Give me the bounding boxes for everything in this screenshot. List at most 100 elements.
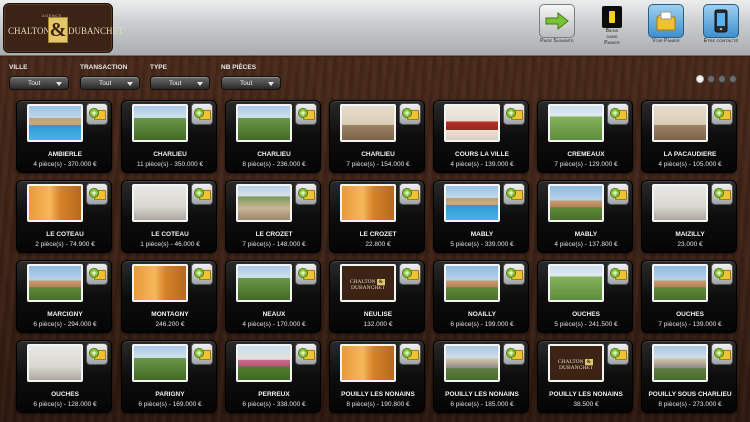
listing-card[interactable]: CHALTON &DUBANCHET + NEULISE 132.000 € <box>329 260 425 333</box>
add-to-basket-button[interactable]: + <box>86 183 108 205</box>
filter-nb-pieces-select[interactable]: Tout <box>221 76 281 90</box>
next-page-button[interactable]: Page Suivante <box>532 4 582 44</box>
add-to-basket-button[interactable]: + <box>711 263 733 285</box>
listing-card[interactable]: + OUCHES 7 pièce(s) - 139.000 € <box>641 260 737 333</box>
listing-card[interactable]: + CREMEAUX 7 pièce(s) - 129.000 € <box>537 100 633 173</box>
listing-photo[interactable] <box>340 184 396 222</box>
page-dot[interactable] <box>707 75 715 83</box>
listing-photo[interactable] <box>236 344 292 382</box>
add-to-basket-button[interactable]: + <box>86 263 108 285</box>
listing-photo[interactable] <box>236 264 292 302</box>
add-to-basket-button[interactable]: + <box>399 343 421 365</box>
listing-card[interactable]: + LE COTEAU 2 pièce(s) - 74.900 € <box>16 180 112 253</box>
filter-transaction-select[interactable]: Tout <box>80 76 140 90</box>
listing-card[interactable]: + LA PACAUDIERE 4 pièce(s) - 105.000 € <box>641 100 737 173</box>
listing-photo[interactable] <box>132 264 188 302</box>
view-basket-label: Voir Panier <box>652 38 680 44</box>
add-to-basket-button[interactable]: + <box>295 103 317 125</box>
listing-card[interactable]: + COURS LA VILLE 4 pièce(s) - 139.000 € <box>433 100 529 173</box>
listing-photo[interactable] <box>27 264 83 302</box>
listing-photo[interactable] <box>548 184 604 222</box>
listing-photo[interactable] <box>444 184 500 222</box>
filter-ville-select[interactable]: Tout <box>9 76 69 90</box>
listing-photo[interactable] <box>652 184 708 222</box>
add-to-basket-button[interactable]: + <box>295 183 317 205</box>
add-to-basket-button[interactable]: + <box>607 103 629 125</box>
add-to-basket-button[interactable]: + <box>191 343 213 365</box>
listing-city: MARCIGNY <box>47 311 83 318</box>
listing-card[interactable]: + CHARLIEU 7 pièce(s) - 154.000 € <box>329 100 425 173</box>
listing-card[interactable]: + PERREUX 6 pièce(s) - 338.000 € <box>225 340 321 413</box>
add-to-basket-button[interactable]: + <box>399 103 421 125</box>
listing-card[interactable]: + MARCIGNY 6 pièce(s) - 294.000 € <box>16 260 112 333</box>
listing-card[interactable]: + POUILLY LES NONAINS 8 pièce(s) - 190.800… <box>329 340 425 413</box>
add-to-basket-button[interactable]: + <box>503 263 525 285</box>
listing-photo[interactable] <box>27 104 83 142</box>
basket-counter: 0 Biens dans Panier <box>590 4 634 46</box>
listing-card[interactable]: + POUILLY LES NONAINS 6 pièce(s) - 185.000… <box>433 340 529 413</box>
add-to-basket-button[interactable]: + <box>711 103 733 125</box>
listing-info: 7 pièce(s) - 148.000 € <box>242 241 306 248</box>
listing-card[interactable]: + NEAUX 4 pièce(s) - 170.000 € <box>225 260 321 333</box>
add-to-basket-button[interactable]: + <box>295 343 317 365</box>
page-dot[interactable] <box>729 75 737 83</box>
view-basket-button[interactable]: Voir Panier <box>643 4 689 44</box>
listing-photo[interactable] <box>27 184 83 222</box>
listing-photo[interactable] <box>444 344 500 382</box>
add-to-basket-button[interactable]: + <box>607 343 629 365</box>
listing-card[interactable]: + LE CROZET 7 pièce(s) - 148.000 € <box>225 180 321 253</box>
listing-card[interactable]: + LE CROZET 22.800 € <box>329 180 425 253</box>
listing-photo[interactable] <box>132 344 188 382</box>
listing-card[interactable]: + MABLY 5 pièce(s) - 339.000 € <box>433 180 529 253</box>
listing-card[interactable]: + OUCHES 6 pièce(s) - 128.000 € <box>16 340 112 413</box>
listing-card[interactable]: + LE COTEAU 1 pièce(s) - 46.000 € <box>121 180 217 253</box>
add-to-basket-button[interactable]: + <box>86 343 108 365</box>
listing-card[interactable]: + OUCHES 5 pièce(s) - 241.500 € <box>537 260 633 333</box>
listing-photo[interactable] <box>132 104 188 142</box>
add-to-basket-button[interactable]: + <box>295 263 317 285</box>
add-to-basket-button[interactable]: + <box>191 103 213 125</box>
page-dot[interactable] <box>718 75 726 83</box>
listing-photo[interactable] <box>652 104 708 142</box>
listing-card[interactable]: + MABLY 4 pièce(s) - 137.800 € <box>537 180 633 253</box>
listing-card[interactable]: + PARIGNY 6 pièce(s) - 169.000 € <box>121 340 217 413</box>
listing-card[interactable]: + NOAILLY 6 pièce(s) - 199.000 € <box>433 260 529 333</box>
listing-card[interactable]: CHALTON &DUBANCHET + POUILLY LES NONAINS 38.… <box>537 340 633 413</box>
listing-photo[interactable] <box>27 344 83 382</box>
listing-card[interactable]: + POUILLY SOUS CHARLIEU 8 pièce(s) - 273.0… <box>641 340 737 413</box>
add-to-basket-button[interactable]: + <box>607 183 629 205</box>
page-dot[interactable] <box>696 75 704 83</box>
add-to-basket-button[interactable]: + <box>399 263 421 285</box>
add-to-basket-button[interactable]: + <box>711 183 733 205</box>
filter-type-select[interactable]: Tout <box>150 76 210 90</box>
listing-photo[interactable] <box>548 104 604 142</box>
add-to-basket-button[interactable]: + <box>503 343 525 365</box>
contact-button[interactable]: Être contacté <box>698 4 744 44</box>
listing-photo[interactable] <box>652 264 708 302</box>
listing-photo[interactable] <box>340 344 396 382</box>
add-to-basket-button[interactable]: + <box>503 183 525 205</box>
listing-photo[interactable] <box>236 104 292 142</box>
add-to-basket-button[interactable]: + <box>191 263 213 285</box>
listing-card[interactable]: + CHARLIEU 8 pièce(s) - 236.000 € <box>225 100 321 173</box>
listing-photo[interactable] <box>652 344 708 382</box>
add-to-basket-button[interactable]: + <box>711 343 733 365</box>
add-to-basket-button[interactable]: + <box>191 183 213 205</box>
listing-photo[interactable] <box>132 184 188 222</box>
listing-photo[interactable] <box>236 184 292 222</box>
filter-type-label: TYPE <box>150 64 167 71</box>
listing-card[interactable]: + CHARLIEU 11 pièce(s) - 350.000 € <box>121 100 217 173</box>
listing-card[interactable]: + MAIZILLY 23.000 € <box>641 180 737 253</box>
listing-photo[interactable] <box>444 264 500 302</box>
add-to-basket-button[interactable]: + <box>86 103 108 125</box>
listing-photo[interactable] <box>444 104 500 142</box>
listing-photo[interactable] <box>548 264 604 302</box>
listing-photo[interactable]: CHALTON &DUBANCHET <box>548 344 604 382</box>
add-to-basket-button[interactable]: + <box>503 103 525 125</box>
listing-card[interactable]: + AMBIERLE 4 pièce(s) - 370.000 € <box>16 100 112 173</box>
listing-photo[interactable] <box>340 104 396 142</box>
add-to-basket-button[interactable]: + <box>399 183 421 205</box>
add-to-basket-button[interactable]: + <box>607 263 629 285</box>
listing-card[interactable]: + MONTAGNY 246.200 € <box>121 260 217 333</box>
listing-photo[interactable]: CHALTON &DUBANCHET <box>340 264 396 302</box>
